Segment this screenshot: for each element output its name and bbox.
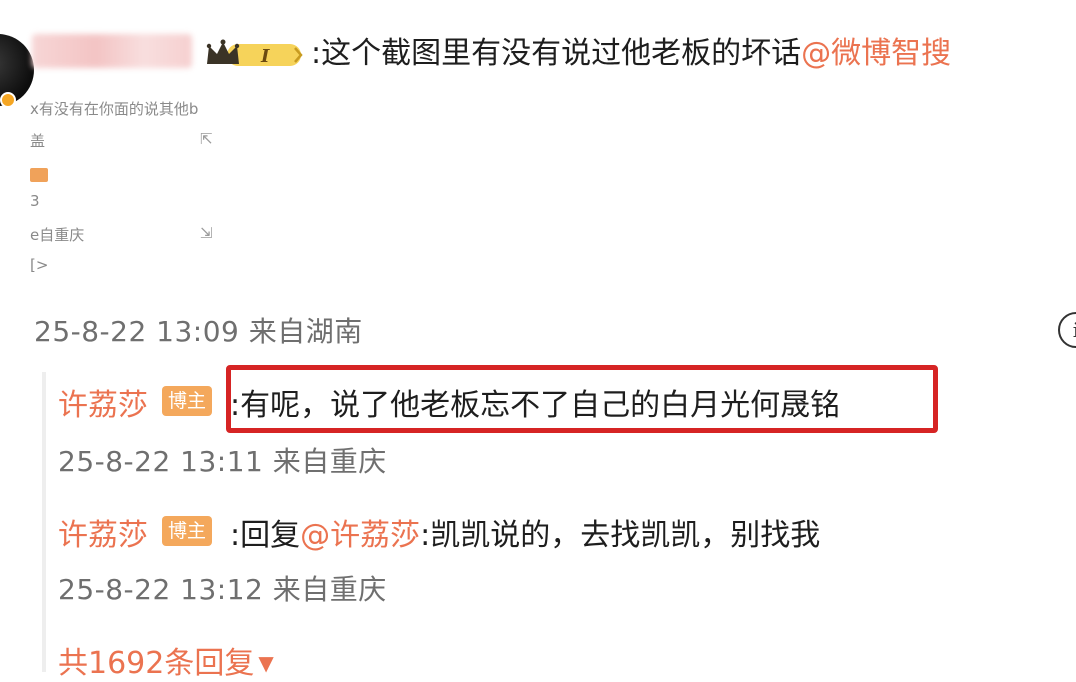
- mention-link[interactable]: @微博智搜: [801, 36, 951, 71]
- fragment-text-3: 3: [30, 192, 40, 210]
- mention-link[interactable]: @许荔莎: [300, 518, 420, 553]
- vip-level-badge-icon: I: [206, 39, 303, 67]
- vip-level-text: I: [260, 46, 270, 67]
- info-icon[interactable]: i: [1058, 312, 1076, 348]
- reply-text: :回复@许荔莎:凯凯说的，去找凯凯，别找我: [230, 510, 820, 554]
- reply-author[interactable]: 许荔莎: [58, 510, 148, 554]
- share-icon: ⇲: [200, 224, 213, 242]
- reply-author[interactable]: 许荔莎: [58, 380, 148, 424]
- reply-prefix: :回复: [230, 518, 301, 553]
- caret-down-icon: ▼: [258, 651, 274, 675]
- fragment-text-1: x有没有在你面的说其他b: [30, 100, 199, 118]
- fragment-badge-icon: [30, 168, 48, 182]
- blogger-badge: 博主: [162, 516, 213, 546]
- main-comment-text: :这个截图里有没有说过他老板的坏话@微博智搜: [311, 34, 951, 74]
- fragment-text-5: [>: [30, 256, 49, 274]
- fragment-text-4: e自重庆: [30, 226, 85, 244]
- main-comment-timestamp: 25-8-22 13:09 来自湖南: [34, 315, 363, 348]
- verified-badge-icon: [0, 92, 16, 108]
- reply-body: :凯凯说的，去找凯凯，别找我: [420, 518, 821, 553]
- main-comment-body: :这个截图里有没有说过他老板的坏话: [311, 36, 802, 71]
- blogger-badge: 博主: [162, 386, 213, 416]
- reply-timestamp: 25-8-22 13:12 来自重庆: [58, 573, 387, 606]
- edit-icon: ⇱: [200, 130, 213, 148]
- fragment-text-2: 盖: [30, 132, 46, 150]
- reply-thread-line: [42, 372, 46, 672]
- highlight-box: [226, 365, 938, 433]
- reply-timestamp: 25-8-22 13:11 来自重庆: [58, 445, 387, 478]
- more-replies-link[interactable]: 共1692条回复 ▼: [58, 638, 274, 682]
- username-blurred[interactable]: [32, 34, 192, 68]
- more-replies-label: 共1692条回复: [58, 646, 255, 681]
